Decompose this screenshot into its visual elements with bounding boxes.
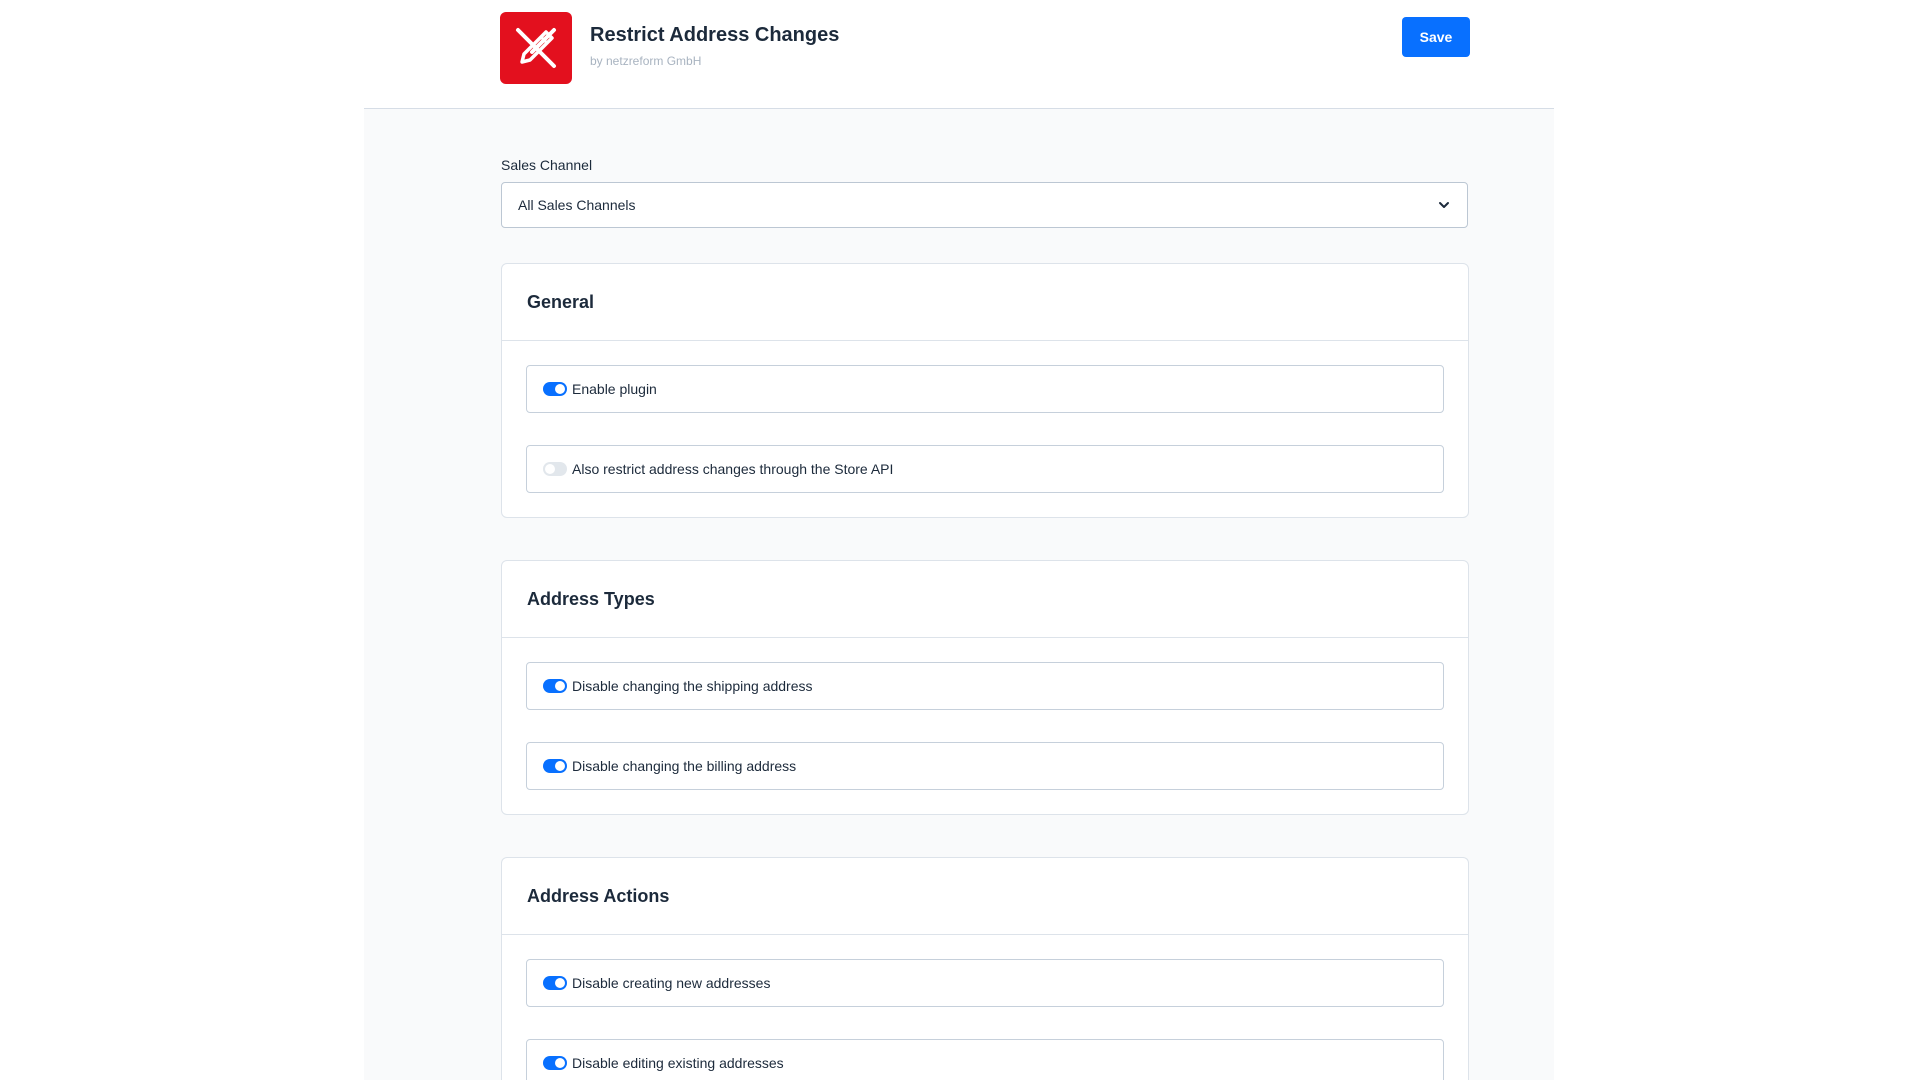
toggle-switch[interactable]	[543, 1056, 567, 1070]
toggle-knob	[555, 681, 565, 691]
save-button[interactable]: Save	[1402, 17, 1470, 57]
section-title: Address Actions	[502, 858, 1468, 935]
toggle-switch[interactable]	[543, 759, 567, 773]
toggle-knob	[555, 761, 565, 771]
sales-channel-selected-value: All Sales Channels	[518, 197, 636, 213]
app-logo	[500, 12, 572, 84]
page-title: Restrict Address Changes	[590, 24, 840, 46]
chevron-down-icon	[1439, 202, 1449, 208]
option-label: Disable creating new addresses	[572, 975, 771, 991]
section-body: Disable creating new addresses Disable e…	[502, 935, 1468, 1080]
toggle-switch[interactable]	[543, 462, 567, 476]
section-body: Enable plugin Also restrict address chan…	[502, 341, 1468, 493]
section-title: Address Types	[502, 561, 1468, 638]
toggle-knob	[555, 1058, 565, 1068]
option-disable-shipping-address: Disable changing the shipping address	[526, 662, 1444, 710]
option-label: Disable changing the shipping address	[572, 678, 813, 694]
option-disable-editing-addresses: Disable editing existing addresses	[526, 1039, 1444, 1080]
toggle-knob	[555, 978, 565, 988]
pen-cross-icon	[516, 28, 556, 68]
section-general: General Enable plugin Also restrict addr…	[501, 263, 1469, 518]
section-address-actions: Address Actions Disable creating new add…	[501, 857, 1469, 1080]
option-label: Enable plugin	[572, 381, 657, 397]
option-label: Also restrict address changes through th…	[572, 461, 894, 477]
option-label: Disable changing the billing address	[572, 758, 797, 774]
toggle-knob	[555, 384, 565, 394]
option-enable-plugin: Enable plugin	[526, 365, 1444, 413]
toggle-switch[interactable]	[543, 679, 567, 693]
option-restrict-store-api: Also restrict address changes through th…	[526, 445, 1444, 493]
option-disable-billing-address: Disable changing the billing address	[526, 742, 1444, 790]
vendor-name: by netzreform GmbH	[590, 54, 702, 68]
plugin-config-page: Restrict Address Changes by netzreform G…	[0, 0, 1920, 1080]
sales-channel-select[interactable]: All Sales Channels	[501, 182, 1468, 228]
page-header: Restrict Address Changes by netzreform G…	[0, 0, 1920, 108]
section-body: Disable changing the shipping address Di…	[502, 638, 1468, 790]
toggle-switch[interactable]	[543, 382, 567, 396]
section-title: General	[502, 264, 1468, 341]
toggle-knob	[545, 464, 555, 474]
toggle-switch[interactable]	[543, 976, 567, 990]
sales-channel-label: Sales Channel	[501, 157, 593, 173]
option-label: Disable editing existing addresses	[572, 1055, 784, 1071]
section-address-types: Address Types Disable changing the shipp…	[501, 560, 1469, 815]
option-disable-creating-addresses: Disable creating new addresses	[526, 959, 1444, 1007]
